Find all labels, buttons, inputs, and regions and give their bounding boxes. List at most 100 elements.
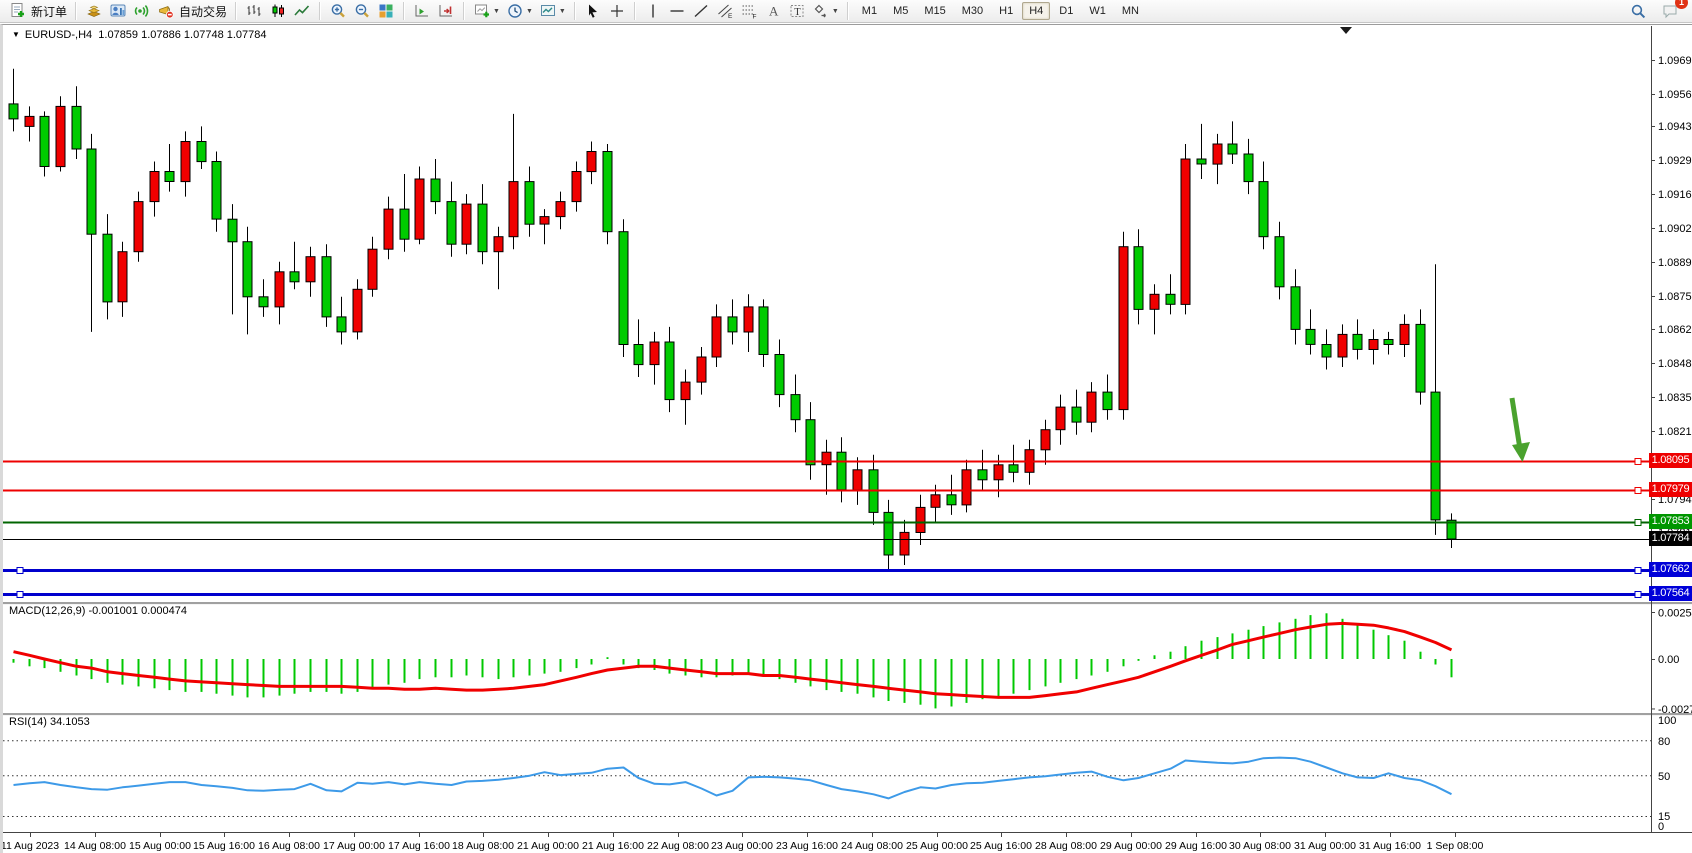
auto-scroll-button[interactable] bbox=[434, 1, 458, 21]
chart-menu-triangle-icon[interactable]: ▼ bbox=[12, 30, 20, 39]
line-handle[interactable] bbox=[1635, 488, 1641, 494]
svg-text:21 Aug 16:00: 21 Aug 16:00 bbox=[582, 840, 644, 852]
trendline-icon bbox=[692, 2, 710, 20]
timeframe-h1-button[interactable]: H1 bbox=[992, 2, 1020, 20]
timeframe-group: M1M5M15M30H1H4D1W1MN bbox=[852, 0, 1149, 22]
templates-button[interactable]: ▼ bbox=[536, 1, 569, 21]
timeframe-m5-button[interactable]: M5 bbox=[886, 2, 915, 20]
zoom-in-button[interactable] bbox=[326, 1, 350, 21]
chart-canvas[interactable]: 1.096951.095601.094301.092951.091601.090… bbox=[0, 24, 1692, 853]
line-handle[interactable] bbox=[1635, 568, 1641, 574]
timeframe-m15-button[interactable]: M15 bbox=[917, 2, 952, 20]
bar-chart-button[interactable] bbox=[242, 1, 266, 21]
toolbar-separator bbox=[403, 2, 405, 20]
styles-button[interactable] bbox=[82, 1, 106, 21]
svg-text:E: E bbox=[728, 13, 733, 20]
zoom-out-button[interactable] bbox=[350, 1, 374, 21]
timeframe-d1-button[interactable]: D1 bbox=[1052, 2, 1080, 20]
auto-trading-button[interactable]: 自动交易 bbox=[154, 1, 230, 21]
timeframe-h4-button[interactable]: H4 bbox=[1022, 2, 1050, 20]
fibonacci-button[interactable]: F bbox=[737, 1, 761, 21]
current-price-badge: 1.07784 bbox=[1649, 531, 1692, 546]
candlestick-chart-button[interactable] bbox=[266, 1, 290, 21]
new-order-icon bbox=[9, 2, 27, 20]
svg-text:30 Aug 08:00: 30 Aug 08:00 bbox=[1229, 840, 1291, 852]
timeframe-m30-button[interactable]: M30 bbox=[955, 2, 990, 20]
macd-pane: 0.0025430.00-0.002733 bbox=[14, 608, 1692, 716]
toolbar-separator bbox=[574, 2, 576, 20]
shapes-button[interactable]: ▼ bbox=[809, 1, 842, 21]
trendline-button[interactable] bbox=[689, 1, 713, 21]
cursor-button[interactable] bbox=[581, 1, 605, 21]
down-arrow-icon[interactable] bbox=[1512, 398, 1520, 449]
svg-text:1.08215: 1.08215 bbox=[1658, 426, 1692, 438]
line-handle[interactable] bbox=[17, 568, 23, 574]
svg-text:1.08620: 1.08620 bbox=[1658, 324, 1692, 336]
timeframe-m1-button[interactable]: M1 bbox=[855, 2, 884, 20]
svg-text:15 Aug 16:00: 15 Aug 16:00 bbox=[193, 840, 255, 852]
new-order-button-label: 新订单 bbox=[31, 3, 67, 20]
svg-text:18 Aug 08:00: 18 Aug 08:00 bbox=[452, 840, 514, 852]
svg-text:23 Aug 00:00: 23 Aug 00:00 bbox=[711, 840, 773, 852]
megaphone-icon bbox=[157, 2, 175, 20]
svg-text:17 Aug 16:00: 17 Aug 16:00 bbox=[388, 840, 450, 852]
chart-title: ▼EURUSD-,H4 1.07859 1.07886 1.07748 1.07… bbox=[12, 29, 267, 41]
template-icon bbox=[539, 2, 557, 20]
line-handle[interactable] bbox=[1635, 592, 1641, 598]
periods-button[interactable]: ▼ bbox=[503, 1, 536, 21]
toolbar-group: 新订单 bbox=[4, 0, 72, 22]
crosshair-button[interactable] bbox=[605, 1, 629, 21]
svg-text:1.09025: 1.09025 bbox=[1658, 223, 1692, 235]
channel-icon: E bbox=[716, 2, 734, 20]
svg-text:16 Aug 08:00: 16 Aug 08:00 bbox=[258, 840, 320, 852]
new-order-button[interactable]: 新订单 bbox=[6, 1, 70, 21]
zoom-out-icon bbox=[353, 2, 371, 20]
text-button[interactable]: A bbox=[761, 1, 785, 21]
horizontal-line-button[interactable] bbox=[665, 1, 689, 21]
line-handle[interactable] bbox=[1635, 459, 1641, 465]
svg-text:11 Aug 2023: 11 Aug 2023 bbox=[3, 840, 59, 852]
svg-text:24 Aug 08:00: 24 Aug 08:00 bbox=[841, 840, 903, 852]
svg-text:80: 80 bbox=[1658, 736, 1670, 748]
timeframe-w1-button[interactable]: W1 bbox=[1082, 2, 1113, 20]
tile-icon bbox=[377, 2, 395, 20]
current-bar-marker-icon[interactable] bbox=[1340, 27, 1352, 34]
line-handle[interactable] bbox=[1635, 520, 1641, 526]
search-button[interactable] bbox=[1627, 1, 1650, 21]
svg-text:31 Aug 00:00: 31 Aug 00:00 bbox=[1294, 840, 1356, 852]
chevron-down-icon: ▼ bbox=[559, 8, 566, 15]
toolbar-group: EFAT▼ bbox=[639, 0, 844, 22]
svg-text:50: 50 bbox=[1658, 771, 1670, 783]
line-handle[interactable] bbox=[17, 592, 23, 598]
line-chart-button[interactable] bbox=[290, 1, 314, 21]
svg-text:25 Aug 00:00: 25 Aug 00:00 bbox=[906, 840, 968, 852]
crosshair-icon bbox=[608, 2, 626, 20]
svg-text:1.09295: 1.09295 bbox=[1658, 155, 1692, 167]
timeframe-mn-button[interactable]: MN bbox=[1115, 2, 1146, 20]
tile-windows-button[interactable] bbox=[374, 1, 398, 21]
text-a-icon: A bbox=[764, 2, 782, 20]
toolbar-group: 自动交易 bbox=[80, 0, 232, 22]
market-watch-button[interactable] bbox=[106, 1, 130, 21]
down-arrow-head-icon[interactable] bbox=[1512, 442, 1530, 462]
symbol-period-label: EURUSD-,H4 bbox=[25, 29, 92, 41]
bars-icon bbox=[245, 2, 263, 20]
svg-text:1.08890: 1.08890 bbox=[1658, 257, 1692, 269]
notification-badge: 1 bbox=[1675, 0, 1688, 9]
toolbar-separator bbox=[75, 2, 77, 20]
svg-text:1.09430: 1.09430 bbox=[1658, 121, 1692, 133]
svg-text:1.08350: 1.08350 bbox=[1658, 392, 1692, 404]
vertical-line-button[interactable] bbox=[641, 1, 665, 21]
toolbar-group: ▼▼▼ bbox=[468, 0, 571, 22]
mt4-terminal-window: 新订单自动交易▼▼▼EFAT▼M1M5M15M30H1H4D1W1MN1 1.0… bbox=[0, 0, 1692, 853]
chat-button[interactable]: 1 bbox=[1658, 1, 1682, 21]
vline-icon bbox=[644, 2, 662, 20]
signals-button[interactable] bbox=[130, 1, 154, 21]
svg-text:23 Aug 16:00: 23 Aug 16:00 bbox=[776, 840, 838, 852]
channel-button[interactable]: E bbox=[713, 1, 737, 21]
label-button[interactable]: T bbox=[785, 1, 809, 21]
toolbar-group bbox=[579, 0, 631, 22]
chart-shift-button[interactable] bbox=[410, 1, 434, 21]
new-chart-button[interactable]: ▼ bbox=[470, 1, 503, 21]
svg-text:25 Aug 16:00: 25 Aug 16:00 bbox=[970, 840, 1032, 852]
